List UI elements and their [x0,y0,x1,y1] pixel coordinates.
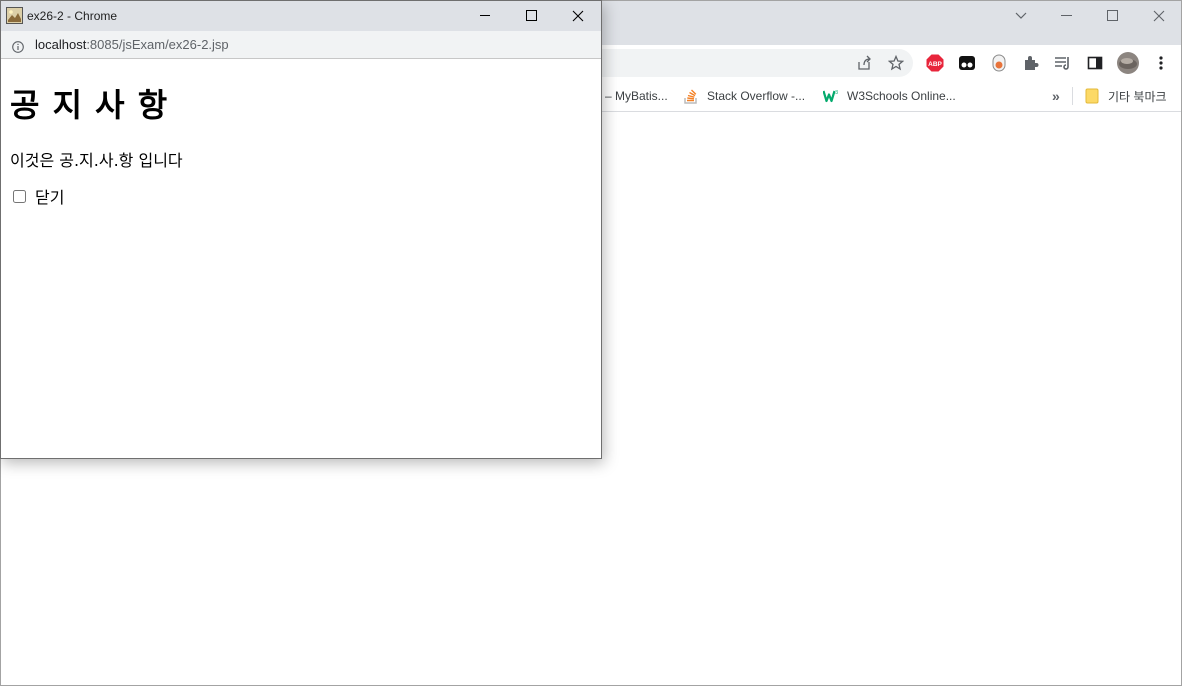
popup-favicon-icon [6,7,23,24]
share-icon[interactable] [854,53,874,73]
other-bookmarks-label: 기타 북마크 [1108,89,1167,104]
url-host: localhost [35,37,87,52]
popup-page-content: 공 지 사 항 이것은 공.지.사.항 입니다 닫기 [1,59,601,458]
notice-heading: 공 지 사 항 [10,86,169,124]
popup-close-icon[interactable] [555,1,601,31]
reading-list-icon[interactable] [1053,53,1073,73]
stackoverflow-icon [683,88,699,104]
popup-maximize-icon[interactable] [509,1,555,31]
minimize-icon[interactable] [1044,1,1090,31]
bookmark-star-icon[interactable] [886,53,906,73]
popup-url: localhost:8085/jsExam/ex26-2.jsp [35,37,229,52]
svg-text:ABP: ABP [928,61,942,68]
svg-text:3: 3 [835,90,838,96]
side-panel-icon[interactable] [1085,53,1105,73]
abp-icon[interactable]: ABP [925,53,945,73]
url-path: :8085/jsExam/ex26-2.jsp [86,37,229,52]
close-checkbox-label[interactable]: 닫기 [35,184,64,208]
maximize-icon[interactable] [1090,1,1136,31]
popup-minimize-icon[interactable] [463,1,509,31]
close-checkbox[interactable] [13,189,26,203]
bookmark-label: W3Schools Online... [847,89,956,103]
puzzle-icon[interactable] [1021,53,1041,73]
popup-window: ex26-2 - Chrome localhost:8085/jsExam/ex… [0,0,602,459]
folder-icon [1084,88,1100,104]
other-bookmarks[interactable]: 기타 북마크 [1084,86,1167,106]
bookmark-mybatis[interactable]: – MyBatis... [605,86,668,106]
w3schools-icon: 3 [823,88,839,104]
bookmark-label: – MyBatis... [605,89,668,103]
notice-message: 이것은 공.지.사.항 입니다 [10,151,183,170]
bookmark-w3schools[interactable]: 3 W3Schools Online... [823,86,956,106]
bookmark-label: Stack Overflow -... [707,89,806,103]
tampermonkey-icon[interactable] [957,53,977,73]
info-icon[interactable] [12,38,24,53]
popup-address-bar[interactable]: localhost:8085/jsExam/ex26-2.jsp [1,31,601,59]
close-checkbox-row: 닫기 [12,184,64,208]
popup-title: ex26-2 - Chrome [27,9,118,23]
close-icon[interactable] [1136,1,1182,31]
extension-icon[interactable] [989,53,1009,73]
profile-avatar[interactable] [1117,52,1139,74]
bookmarks-more-button[interactable]: » [1052,86,1060,106]
menu-icon[interactable] [1151,53,1171,73]
popup-titlebar[interactable]: ex26-2 - Chrome [1,1,601,31]
tab-search-icon[interactable] [998,1,1044,31]
bookmarks-divider [1072,87,1073,105]
bookmark-stackoverflow[interactable]: Stack Overflow -... [683,86,805,106]
